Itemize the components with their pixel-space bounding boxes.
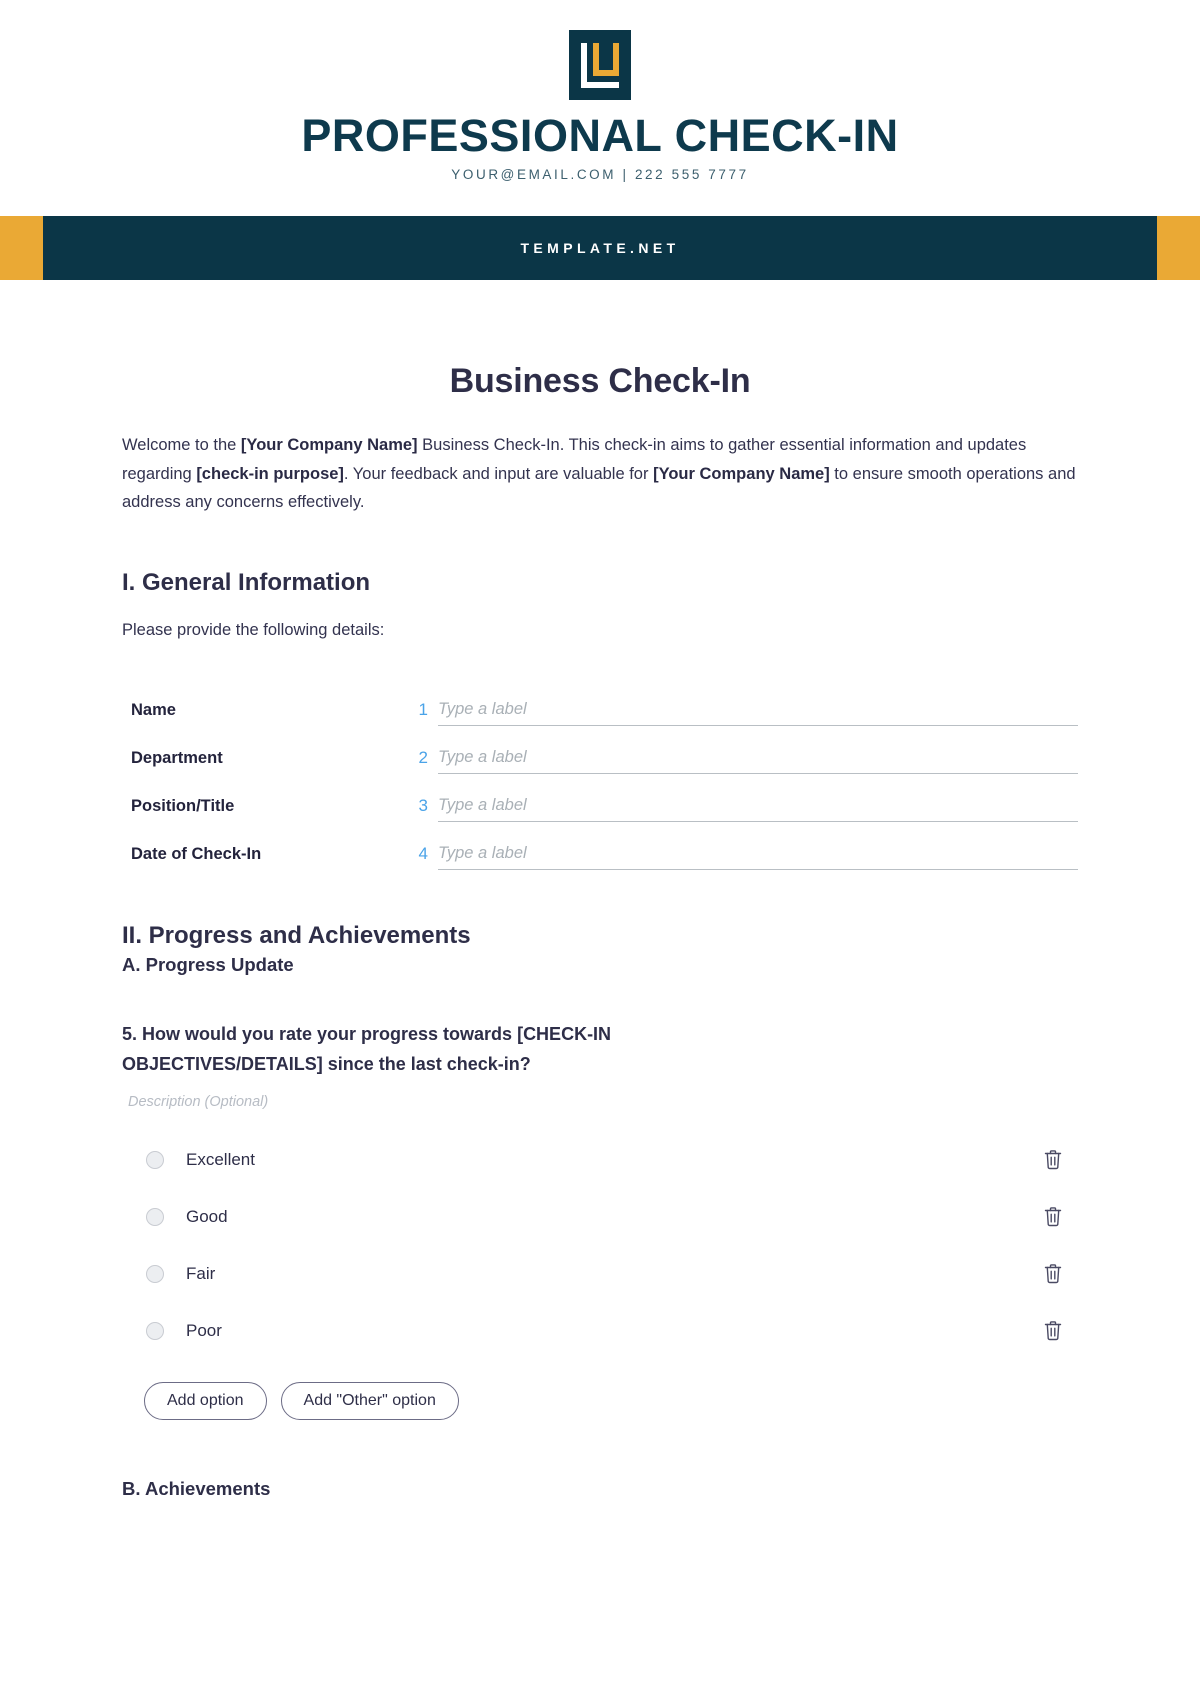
- radio-button-fair[interactable]: [146, 1265, 164, 1284]
- question-5-options: Excellent Good Fair Poor: [122, 1132, 1078, 1360]
- form-row-department: Department 2 Type a label: [122, 726, 1078, 774]
- page-title: Business Check-In: [449, 362, 751, 401]
- brand-contact-line: YOUR@EMAIL.COM | 222 555 7777: [451, 167, 749, 183]
- lu-monogram-logo-icon: [569, 30, 631, 100]
- add-other-option-button[interactable]: Add "Other" option: [280, 1381, 459, 1420]
- form-row-date: Date of Check-In 4 Type a label: [122, 822, 1078, 870]
- option-action-buttons: Add option Add "Other" option: [144, 1381, 1078, 1420]
- section-one-subtitle: Please provide the following details:: [122, 620, 385, 639]
- field-number-1: 1: [418, 699, 428, 719]
- field-group-department[interactable]: 2 Type a label: [410, 748, 1078, 774]
- question-5-description-input[interactable]: Description (Optional): [128, 1094, 1078, 1110]
- field-input-position[interactable]: Type a label: [438, 796, 1078, 822]
- option-label-poor: Poor: [186, 1321, 222, 1341]
- question-5-text: 5. How would you rate your progress towa…: [122, 1023, 612, 1074]
- form-row-name: Name 1 Type a label: [122, 678, 1078, 726]
- intro-text-3: . Your feedback and input are valuable f…: [343, 464, 654, 483]
- field-label-date: Date of Check-In: [131, 844, 262, 863]
- document-body: Business Check-In Welcome to the [Your C…: [0, 362, 1200, 1499]
- general-information-form: Name 1 Type a label Department 2 Type a …: [122, 678, 1078, 870]
- field-number-3: 3: [418, 795, 428, 815]
- field-input-name[interactable]: Type a label: [438, 700, 1078, 726]
- field-input-date[interactable]: Type a label: [438, 844, 1078, 870]
- trash-icon-poor[interactable]: [1040, 1318, 1066, 1344]
- trash-icon-excellent[interactable]: [1040, 1147, 1066, 1173]
- field-label-department: Department: [131, 748, 223, 767]
- field-label-name: Name: [131, 700, 176, 719]
- field-placeholder-department: Type a label: [438, 747, 527, 766]
- intro-paragraph: Welcome to the [Your Company Name] Busin…: [122, 431, 1078, 517]
- section-two-sub-a: A. Progress Update: [122, 953, 294, 975]
- intro-placeholder-purpose: [check-in purpose]: [196, 464, 344, 483]
- form-row-position: Position/Title 3 Type a label: [122, 774, 1078, 822]
- intro-placeholder-company-1: [Your Company Name]: [240, 436, 418, 455]
- option-label-good: Good: [186, 1207, 228, 1227]
- radio-button-poor[interactable]: [146, 1322, 164, 1341]
- field-placeholder-date: Type a label: [438, 843, 527, 862]
- option-row-good[interactable]: Good: [122, 1189, 1078, 1246]
- field-placeholder-name: Type a label: [438, 699, 527, 718]
- intro-text-1: Welcome to the: [122, 436, 241, 455]
- option-label-excellent: Excellent: [186, 1150, 255, 1170]
- intro-placeholder-company-2: [Your Company Name]: [653, 464, 830, 483]
- section-two-heading: II. Progress and Achievements: [122, 921, 471, 949]
- option-row-fair[interactable]: Fair: [122, 1246, 1078, 1303]
- radio-button-good[interactable]: [146, 1208, 164, 1227]
- option-row-poor[interactable]: Poor: [122, 1303, 1078, 1360]
- section-two-sub-b: B. Achievements: [122, 1477, 271, 1499]
- template-banner: TEMPLATE.NET: [0, 216, 1200, 281]
- logo-u-shape: [593, 43, 619, 76]
- radio-button-excellent[interactable]: [146, 1151, 164, 1170]
- option-label-fair: Fair: [186, 1264, 216, 1284]
- field-placeholder-position: Type a label: [438, 795, 527, 814]
- field-number-4: 4: [418, 843, 428, 863]
- field-label-position: Position/Title: [131, 796, 235, 815]
- option-row-excellent[interactable]: Excellent: [122, 1132, 1078, 1189]
- brand-title: PROFESSIONAL CHECK-IN: [301, 110, 899, 161]
- page-header: PROFESSIONAL CHECK-IN YOUR@EMAIL.COM | 2…: [0, 0, 1200, 183]
- field-input-department[interactable]: Type a label: [438, 748, 1078, 774]
- field-group-position[interactable]: 3 Type a label: [410, 796, 1078, 822]
- field-number-2: 2: [418, 747, 428, 767]
- trash-icon-fair[interactable]: [1040, 1261, 1066, 1287]
- template-banner-core: TEMPLATE.NET: [43, 216, 1157, 281]
- section-one-heading: I. General Information: [122, 568, 371, 596]
- field-group-date[interactable]: 4 Type a label: [410, 844, 1078, 870]
- field-group-name[interactable]: 1 Type a label: [410, 700, 1078, 726]
- template-banner-text: TEMPLATE.NET: [520, 240, 680, 257]
- add-option-button[interactable]: Add option: [144, 1381, 267, 1420]
- trash-icon-good[interactable]: [1040, 1204, 1066, 1230]
